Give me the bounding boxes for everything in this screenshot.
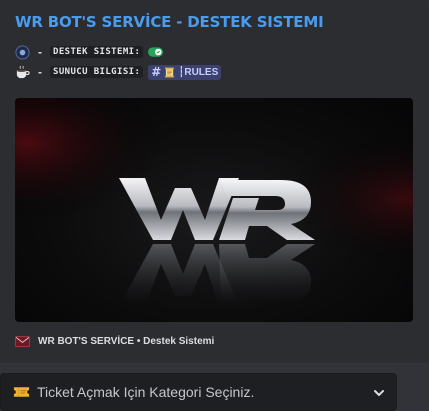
chevron-down-icon[interactable] bbox=[372, 386, 386, 400]
channel-name: ┆RULES bbox=[178, 66, 219, 78]
wr-logo-image bbox=[15, 98, 413, 322]
field-sunucu-bilgisi: - SUNUCU BILGISI: # ┆RULES bbox=[15, 64, 222, 80]
embed-title[interactable]: WR BOT'S SERVİCE - DESTEK SISTEMI bbox=[15, 13, 324, 31]
footer-text: WR BOT'S SERVİCE • Destek Sistemi bbox=[38, 335, 215, 347]
hash-icon: # bbox=[151, 65, 162, 79]
envelope-icon bbox=[15, 335, 30, 347]
scroll-icon bbox=[165, 66, 175, 78]
toggle-on-icon bbox=[148, 47, 164, 57]
field-label: DESTEK SISTEMI: bbox=[50, 46, 144, 58]
embed-card: WR BOT'S SERVİCE - DESTEK SISTEMI - DEST… bbox=[0, 0, 429, 363]
coffee-cup-icon bbox=[16, 65, 30, 78]
select-placeholder: Ticket Açmak Için Kategori Seçiniz. bbox=[37, 384, 255, 400]
embed-image[interactable] bbox=[15, 98, 413, 322]
ticket-icon bbox=[13, 387, 30, 397]
ticket-category-select[interactable]: Ticket Açmak Için Kategori Seçiniz. bbox=[0, 373, 397, 411]
field-separator: - bbox=[38, 45, 42, 59]
field-separator: - bbox=[38, 65, 42, 79]
field-label: SUNUCU BILGISI: bbox=[50, 66, 144, 78]
channel-mention-rules[interactable]: # ┆RULES bbox=[148, 64, 222, 80]
globe-icon bbox=[15, 44, 30, 60]
field-destek-sistemi: - DESTEK SISTEMI: bbox=[15, 44, 164, 60]
embed-footer: WR BOT'S SERVİCE • Destek Sistemi bbox=[15, 334, 214, 348]
